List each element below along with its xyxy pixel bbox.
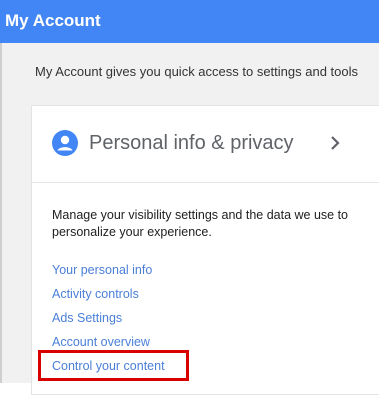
link-control-your-content[interactable]: Control your content — [52, 359, 165, 383]
link-activity-controls[interactable]: Activity controls — [52, 287, 165, 311]
chevron-right-icon[interactable] — [328, 135, 342, 151]
link-ads-settings[interactable]: Ads Settings — [52, 311, 165, 335]
person-icon — [52, 130, 78, 156]
link-your-personal-info[interactable]: Your personal info — [52, 263, 165, 287]
personal-info-card: Personal info & privacy Manage your visi… — [31, 105, 379, 395]
link-list: Your personal info Activity controls Ads… — [52, 263, 165, 383]
card-description: Manage your visibility settings and the … — [52, 208, 349, 239]
personal-info-header[interactable]: Personal info & privacy — [32, 106, 379, 183]
app-header: My Account — [0, 0, 379, 43]
link-account-overview[interactable]: Account overview — [52, 335, 165, 359]
card-title: Personal info & privacy — [89, 132, 294, 154]
intro-text: My Account gives you quick access to set… — [35, 64, 359, 79]
app-title: My Account — [5, 11, 101, 30]
left-divider — [0, 43, 2, 383]
